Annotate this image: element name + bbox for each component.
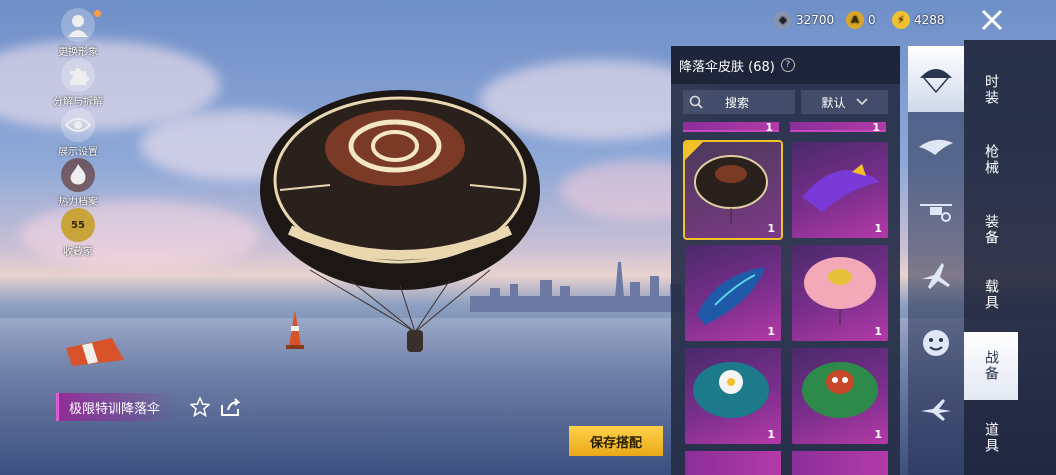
traffic-cone-left [66, 338, 124, 366]
sort-label: 默认 [821, 95, 846, 110]
close-icon [981, 9, 1003, 31]
eye-icon [61, 108, 95, 142]
save-outfit-button[interactable]: 保存搭配 [569, 426, 663, 456]
category-tabs: 时装 枪械 装备 载具 战备 道具 [964, 40, 1056, 475]
uc-coin-icon: ⚡ [892, 11, 910, 29]
parachute-icon [920, 69, 952, 94]
change-appearance-button[interactable]: 更换形象 [48, 8, 108, 58]
item-count: 1 [767, 222, 775, 235]
menu-label: 分解与拆解 [53, 97, 103, 108]
gold-coin-icon: A [846, 11, 864, 29]
currency-value: 32700 [796, 13, 835, 27]
sort-dropdown[interactable]: 默认 [801, 90, 888, 114]
category-jet[interactable] [908, 376, 964, 442]
plane-icon [922, 263, 950, 289]
item-card[interactable]: 1 [792, 348, 888, 444]
tab-equipment[interactable]: 装备 [964, 200, 1018, 260]
menu-label: 热力档案 [58, 197, 98, 208]
collector-badge-icon: 55 [61, 208, 95, 242]
drone-icon [920, 204, 952, 222]
chevron-down-icon [855, 98, 868, 106]
item-card[interactable]: 1 [683, 140, 783, 240]
left-menu: 更换形象 分解与拆解 展示设置 热力档案 55 收藏家 [48, 8, 108, 258]
silver-coin-icon: ◆ [774, 11, 792, 29]
item-name-tag: 极限特训降落伞 [56, 393, 176, 421]
panel-header: 降落伞皮肤 (68) ? [671, 46, 900, 84]
tab-combat-gear[interactable]: 战备 [964, 332, 1018, 400]
item-panel: 降落伞皮肤 (68) ? 搜索 默认 1 1 1 1 1 1 1 1 [671, 46, 900, 475]
item-count: 1 [874, 428, 882, 441]
item-count: 1 [874, 325, 882, 338]
item-card-partial[interactable]: 1 [790, 122, 886, 134]
panel-title: 降落伞皮肤 (68) [679, 59, 775, 75]
item-grid: 1 1 1 1 1 1 1 1 [683, 122, 889, 475]
save-label: 保存搭配 [589, 435, 642, 451]
collector-button[interactable]: 55 收藏家 [48, 208, 108, 258]
search-icon [689, 95, 703, 109]
notification-dot [94, 10, 101, 17]
category-parachute[interactable] [908, 46, 964, 112]
currency-uc: ⚡ 4288 [892, 10, 945, 30]
currency-silver: ◆ 32700 [774, 10, 834, 30]
item-card-partial[interactable] [792, 451, 888, 475]
currency-gold: A 0 [846, 10, 876, 30]
menu-label: 更换形象 [58, 47, 98, 58]
tab-props[interactable]: 道具 [964, 408, 1018, 468]
tab-weapons[interactable]: 枪械 [964, 130, 1018, 190]
flame-icon [61, 158, 95, 192]
category-glider[interactable] [908, 112, 964, 178]
item-card[interactable]: 1 [685, 348, 781, 444]
share-icon[interactable] [220, 397, 242, 417]
parachute-preview[interactable] [250, 80, 550, 360]
tab-label: 装备 [983, 214, 999, 246]
item-card[interactable]: 1 [792, 142, 888, 238]
currency-value: 4288 [914, 13, 945, 27]
puzzle-icon [61, 58, 95, 92]
item-card-partial[interactable] [685, 451, 781, 475]
category-drone[interactable] [908, 178, 964, 244]
item-count: 1 [874, 222, 882, 235]
item-count: 1 [767, 428, 775, 441]
category-plane[interactable] [908, 244, 964, 310]
tab-label: 枪械 [983, 144, 999, 176]
menu-label: 展示设置 [58, 147, 98, 158]
tab-outfit[interactable]: 时装 [964, 60, 1018, 120]
tab-label: 载具 [983, 279, 999, 311]
avatar-icon [61, 8, 95, 42]
jet-icon [921, 399, 951, 421]
collector-level: 55 [71, 219, 85, 231]
category-icon-bar [908, 46, 964, 475]
tab-label: 战备 [983, 350, 999, 382]
favorite-star-icon[interactable] [190, 397, 210, 417]
item-name: 极限特训降落伞 [69, 401, 161, 417]
glider-icon [919, 139, 953, 155]
currency-value: 0 [868, 13, 876, 27]
display-settings-button[interactable]: 展示设置 [48, 108, 108, 158]
tab-vehicles[interactable]: 载具 [964, 265, 1018, 325]
dismantle-button[interactable]: 分解与拆解 [48, 58, 108, 108]
item-card[interactable]: 1 [792, 245, 888, 341]
emote-icon [923, 330, 949, 356]
menu-label: 收藏家 [63, 247, 93, 258]
item-card-partial[interactable]: 1 [683, 122, 779, 134]
selected-check-icon [685, 142, 703, 160]
close-button[interactable] [968, 0, 1016, 40]
help-icon[interactable]: ? [780, 58, 795, 72]
item-card[interactable]: 1 [685, 245, 781, 341]
search-label: 搜索 [725, 95, 750, 110]
tab-label: 道具 [983, 422, 999, 454]
tab-label: 时装 [983, 74, 999, 106]
item-count: 1 [767, 325, 775, 338]
category-emote[interactable] [908, 310, 964, 376]
search-input[interactable]: 搜索 [683, 90, 795, 114]
heat-profile-button[interactable]: 热力档案 [48, 158, 108, 208]
